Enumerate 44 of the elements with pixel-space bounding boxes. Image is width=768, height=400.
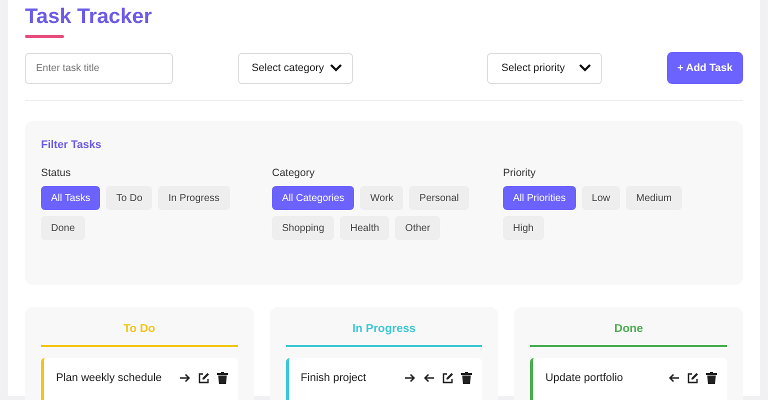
filter-chip[interactable]: Shopping (272, 216, 334, 240)
edit-icon[interactable] (198, 372, 210, 384)
filter-chip[interactable]: Low (582, 186, 620, 210)
task-card[interactable]: Finish project (286, 358, 482, 400)
task-title-input[interactable]: Enter task title (25, 52, 173, 84)
trash-icon[interactable] (706, 372, 718, 384)
filter-chip[interactable]: Done (41, 216, 85, 240)
task-title: Update portfolio (545, 371, 624, 386)
arrow-right-icon[interactable] (178, 372, 191, 384)
task-card[interactable]: Update portfolio (530, 358, 728, 400)
filter-chip[interactable]: Personal (409, 186, 469, 210)
arrow-left-icon[interactable] (423, 372, 436, 384)
task-title: Plan weekly schedule (56, 371, 163, 386)
filter-heading: Filter Tasks (41, 139, 102, 151)
chevron-down-icon (579, 64, 592, 72)
task-title: Finish project (300, 371, 368, 386)
filter-label: Priority (503, 167, 537, 179)
filter-chip[interactable]: In Progress (158, 186, 230, 210)
edit-icon[interactable] (442, 372, 454, 384)
filter-chip[interactable]: All Priorities (503, 186, 576, 210)
priority-select[interactable]: Select priority (487, 52, 602, 84)
arrow-left-icon[interactable] (668, 372, 680, 384)
column-title: Done (530, 323, 728, 347)
trash-icon[interactable] (461, 372, 472, 384)
chevron-down-icon (330, 64, 342, 72)
trash-icon[interactable] (216, 372, 228, 384)
filter-chip[interactable]: High (503, 216, 544, 240)
category-select[interactable]: Select category (238, 52, 353, 84)
filter-chip[interactable]: Work (360, 186, 404, 210)
column-title: To Do (41, 323, 238, 347)
filter-chip[interactable]: Health (340, 216, 390, 240)
app-title: Task Tracker (25, 4, 153, 30)
filter-label: Status (41, 167, 72, 179)
arrow-right-icon[interactable] (404, 372, 416, 384)
column-title: In Progress (286, 323, 482, 347)
filter-chip[interactable]: All Tasks (41, 186, 100, 210)
filter-chip[interactable]: To Do (106, 186, 152, 210)
task-card[interactable]: Plan weekly schedule (41, 358, 238, 400)
filter-chip[interactable]: Other (395, 216, 440, 240)
add-task-button[interactable]: + Add Task (666, 52, 743, 84)
filter-chip[interactable]: All Categories (272, 186, 354, 210)
filter-chip[interactable]: Medium (626, 186, 682, 210)
edit-icon[interactable] (687, 372, 700, 384)
filter-label: Category (272, 167, 316, 179)
